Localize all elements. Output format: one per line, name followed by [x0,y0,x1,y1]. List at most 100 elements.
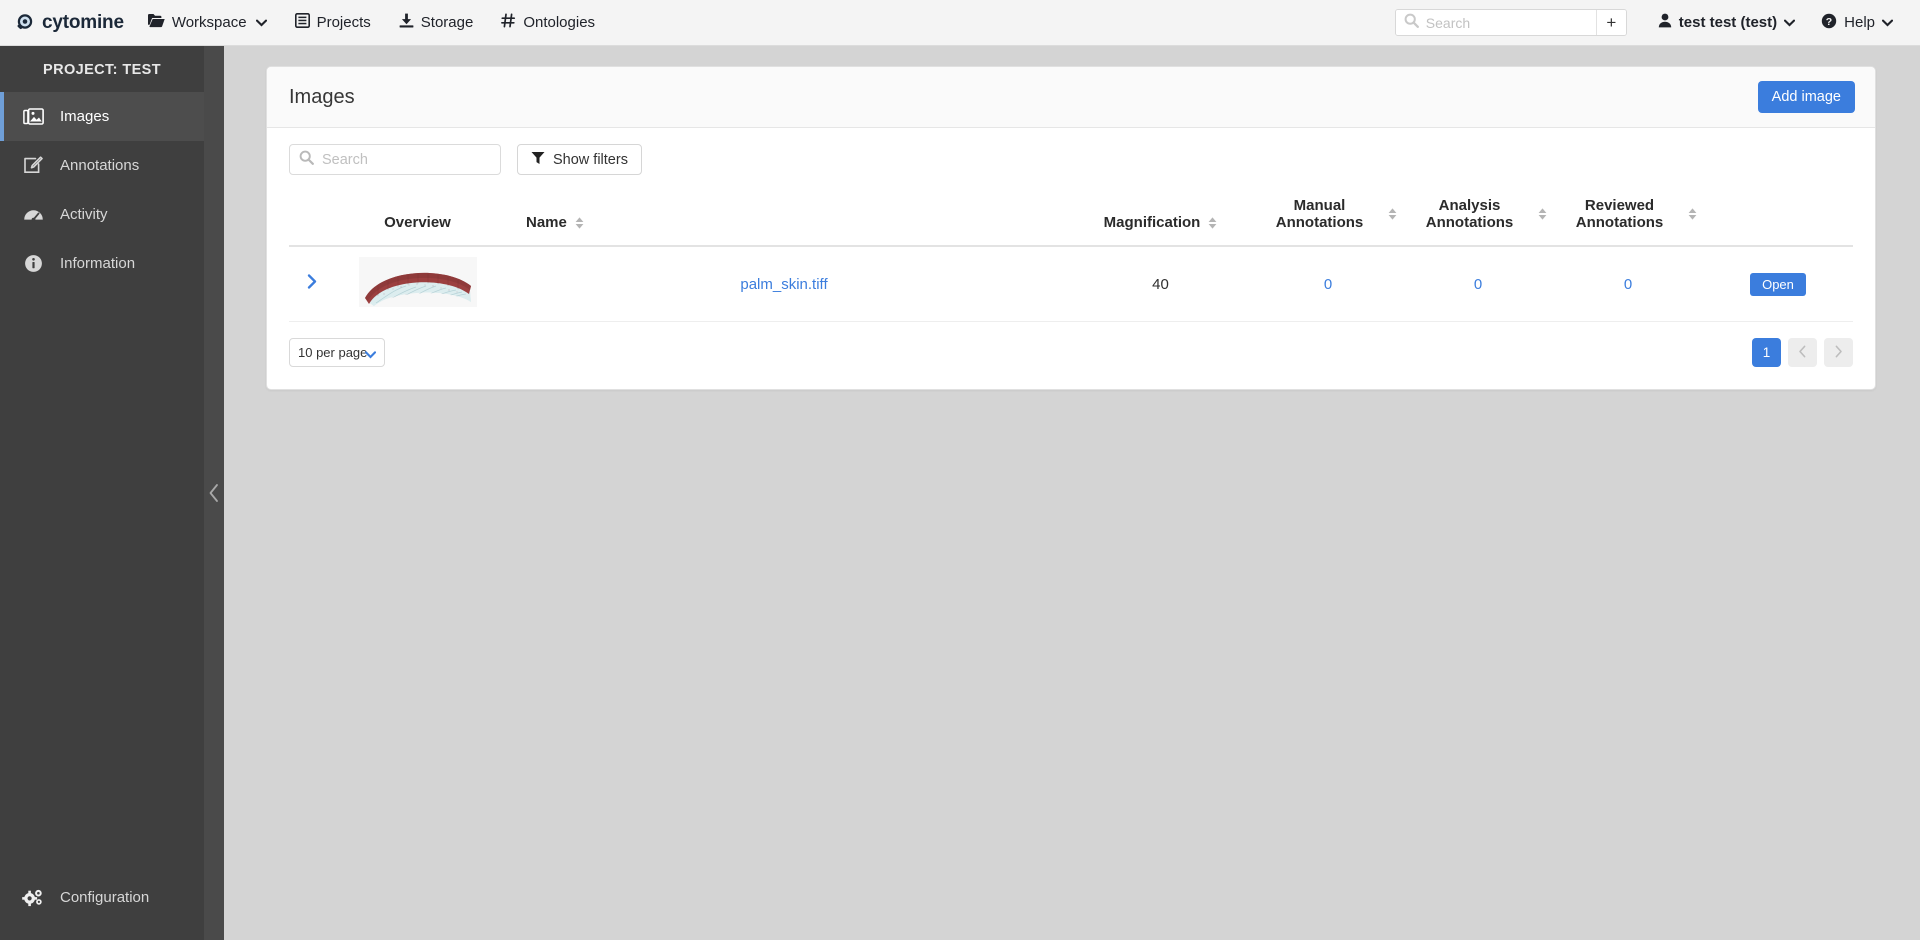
images-search-input[interactable] [322,152,491,168]
user-menu[interactable]: test test (test) [1645,0,1808,46]
cell-actions: Open [1703,246,1853,322]
show-filters-button[interactable]: Show filters [517,144,642,175]
help-circle-icon: ? [1821,13,1837,33]
sidebar-item-label: Configuration [60,889,149,906]
gauge-icon [22,205,44,224]
chevron-down-icon [1784,14,1795,31]
pagination: 1 [1752,338,1853,367]
table-row: palm_skin.tiff 40 0 0 0 Open [289,246,1853,322]
analysis-annotations-link[interactable]: 0 [1474,276,1482,293]
chevron-down-icon [1882,14,1893,31]
next-page-button[interactable] [1824,338,1853,367]
chevron-right-icon[interactable] [307,274,317,293]
image-name-link[interactable]: palm_skin.tiff [740,276,827,293]
th-expand [289,189,335,246]
cell-overview[interactable] [335,246,500,322]
sort-icon[interactable] [575,217,584,229]
help-menu-label: Help [1844,14,1875,31]
sidebar-item-label: Annotations [60,157,139,174]
chevron-right-icon [1834,345,1843,361]
table-header-row: Overview Name [289,189,1853,246]
cell-analysis-annotations: 0 [1403,246,1553,322]
page-button-1[interactable]: 1 [1752,338,1781,367]
brand-text: cytomine [42,12,124,34]
brand-logo-link[interactable]: cytomine [0,0,134,46]
per-page-select[interactable]: 10 per page [289,338,385,367]
th-manual-annotations[interactable]: Manual Annotations [1253,189,1403,246]
add-image-button[interactable]: Add image [1758,81,1855,113]
images-table-head: Overview Name [289,189,1853,246]
th-label: Overview [384,214,451,231]
sidebar-collapse-strip [204,46,224,940]
table-footer: 10 per page 1 [289,338,1853,367]
funnel-icon [531,151,545,169]
sort-icon[interactable] [1208,217,1217,229]
page-title: Images [289,86,355,109]
cell-magnification: 40 [1068,246,1253,322]
sort-icon[interactable] [1388,208,1397,220]
th-overview-inner: Overview [341,214,494,231]
global-search-field[interactable] [1396,10,1596,35]
th-reviewed-annotations-inner: Reviewed Annotations [1559,197,1697,231]
th-name-inner: Name [506,214,1062,231]
search-icon [1404,13,1419,33]
sidebar-item-information[interactable]: Information [0,239,204,288]
th-magnification[interactable]: Magnification [1068,189,1253,246]
show-filters-label: Show filters [553,152,628,168]
svg-text:?: ? [1826,16,1832,28]
global-search-add-button[interactable]: + [1596,10,1626,35]
chevron-left-icon[interactable] [208,483,220,503]
prev-page-button[interactable] [1788,338,1817,367]
th-analysis-annotations-inner: Analysis Annotations [1409,197,1547,231]
download-tray-icon [399,13,414,32]
sidebar-item-label: Information [60,255,135,272]
palm-skin-thumbnail[interactable] [359,257,477,307]
cell-reviewed-annotations: 0 [1553,246,1703,322]
open-image-button[interactable]: Open [1750,273,1806,296]
manual-annotations-link[interactable]: 0 [1324,276,1332,293]
hash-icon [501,13,516,32]
th-label: Reviewed Annotations [1559,197,1680,231]
th-manual-annotations-inner: Manual Annotations [1259,197,1397,231]
global-search-input[interactable] [1426,15,1588,31]
th-actions [1703,189,1853,246]
chevron-down-icon [365,347,376,362]
sidebar-item-images[interactable]: Images [0,92,204,141]
nav-item-workspace[interactable]: Workspace [134,0,281,46]
global-search: + [1395,9,1627,36]
per-page-label: 10 per page [298,345,367,360]
sidebar-item-label: Activity [60,206,108,223]
sort-icon[interactable] [1688,208,1697,220]
th-name[interactable]: Name [500,189,1068,246]
nav-item-label: Projects [317,14,371,31]
nav-item-storage[interactable]: Storage [385,0,488,46]
sidebar-item-annotations[interactable]: Annotations [0,141,204,190]
th-analysis-annotations[interactable]: Analysis Annotations [1403,189,1553,246]
reviewed-annotations-link[interactable]: 0 [1624,276,1632,293]
folder-open-icon [148,13,165,32]
images-search[interactable] [289,144,501,175]
sidebar-item-activity[interactable]: Activity [0,190,204,239]
nav-item-label: Ontologies [523,14,595,31]
help-menu[interactable]: ? Help [1808,0,1906,46]
images-card: Images Add image [266,66,1876,390]
search-icon [299,150,314,170]
plus-icon: + [1606,13,1616,33]
cell-name: palm_skin.tiff [500,246,1068,322]
nav-item-ontologies[interactable]: Ontologies [487,0,609,46]
th-reviewed-annotations[interactable]: Reviewed Annotations [1553,189,1703,246]
nav-item-projects[interactable]: Projects [281,0,385,46]
cell-manual-annotations: 0 [1253,246,1403,322]
user-icon [1658,13,1672,32]
main-content: Images Add image [224,46,1920,940]
images-icon [22,107,44,126]
sidebar-item-configuration[interactable]: Configuration [0,873,204,922]
th-label: Magnification [1104,214,1201,231]
images-card-body: Show filters Overview Name [267,128,1875,389]
list-box-icon [295,13,310,32]
images-table: Overview Name [289,189,1853,322]
cell-expand[interactable] [289,246,335,322]
sort-icon[interactable] [1538,208,1547,220]
info-circle-icon [22,254,44,273]
nav-item-label: Storage [421,14,474,31]
